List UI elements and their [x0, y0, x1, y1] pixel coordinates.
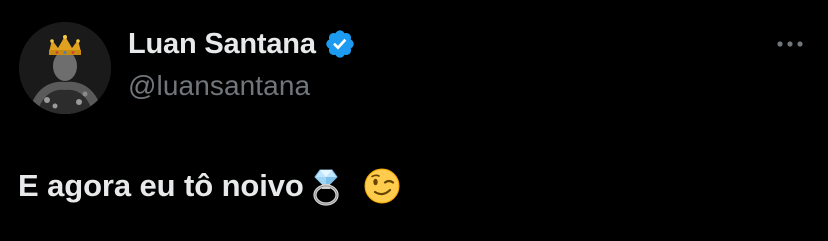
- author-handle[interactable]: @luansantana: [128, 68, 356, 104]
- tweet-card: Luan Santana @luansantana E agora eu tô …: [0, 0, 828, 241]
- more-options-icon: [777, 41, 803, 47]
- author-display-name[interactable]: Luan Santana: [128, 26, 316, 62]
- tweet-text-content: E agora eu tô noivo: [18, 168, 304, 203]
- crowned-man-avatar-icon: [19, 22, 111, 114]
- winking-face-emoji-icon: [362, 166, 402, 206]
- author-avatar[interactable]: [19, 22, 111, 114]
- tweet-text: E agora eu tô noivo: [18, 166, 402, 206]
- author-info: Luan Santana @luansantana: [128, 26, 356, 104]
- verified-badge-icon[interactable]: [324, 28, 356, 60]
- ring-emoji-icon: [306, 166, 346, 206]
- name-row: Luan Santana: [128, 26, 356, 62]
- more-options-button[interactable]: [770, 28, 810, 60]
